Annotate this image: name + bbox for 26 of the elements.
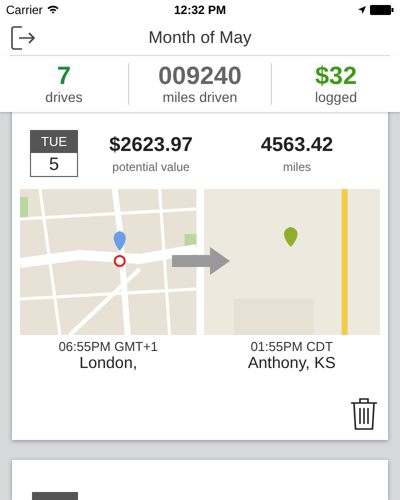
date-badge	[32, 492, 78, 500]
stat-value: 7	[57, 62, 71, 89]
stat-value: 009240	[158, 62, 242, 89]
trash-icon[interactable]	[350, 397, 378, 430]
value-amount: $2623.97	[109, 133, 193, 158]
stat-value: $32	[315, 62, 357, 89]
time-label: 01:55PM CDT	[250, 339, 333, 354]
wifi-icon	[46, 5, 59, 14]
stat-label: logged	[315, 88, 358, 105]
day-number: 5	[48, 153, 60, 176]
place-label: London,	[79, 355, 138, 373]
carrier-label: Carrier	[6, 2, 43, 17]
miles-amount: 4563.42	[260, 133, 334, 158]
miles-label: miles	[282, 160, 311, 174]
stat-label: miles driven	[162, 88, 238, 105]
weekday-label: TUE	[31, 131, 77, 153]
stat-label: drives	[45, 88, 83, 105]
arrow-icon	[172, 247, 230, 275]
place-label: Anthony, KS	[248, 355, 336, 373]
logout-icon[interactable]	[10, 24, 36, 50]
time-label: 06:55PM GMT+1	[58, 339, 158, 354]
location-arrow-icon	[358, 6, 366, 14]
value-label: potential value	[112, 160, 190, 174]
clock-time: 12:32 PM	[174, 2, 226, 17]
screen-title: Month of May	[148, 28, 252, 48]
battery-icon	[370, 4, 394, 15]
